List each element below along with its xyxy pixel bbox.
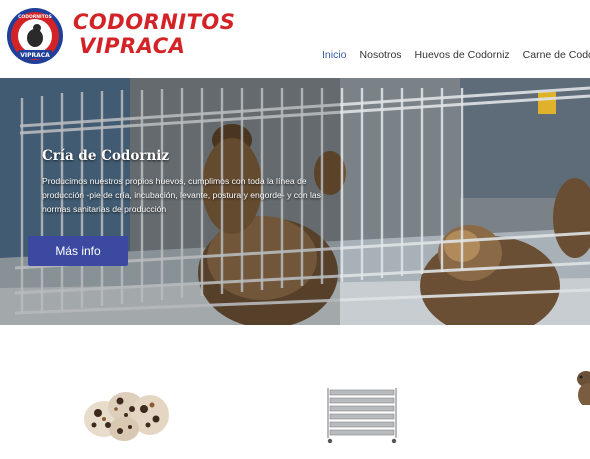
brand-line-1: CODORNITOS (73, 10, 236, 34)
hero-title: Cría de Codorniz (42, 148, 170, 164)
brand-wordmark[interactable]: CODORNITOS VIPRACA (73, 10, 236, 58)
mas-info-button[interactable]: Más info (28, 236, 128, 266)
nav-item-nosotros[interactable]: Nosotros (360, 49, 402, 61)
quail-eggs-image[interactable] (80, 381, 172, 443)
badge-top-text: CODORNITOS (18, 14, 52, 20)
quail-bird-image[interactable] (570, 365, 590, 405)
hero-description: Producimos nuestros propios huevos, cump… (42, 176, 321, 214)
brand-line-2: VIPRACA (79, 34, 186, 58)
hero-slider: Cría de Codorniz Producimos nuestros pro… (0, 78, 590, 325)
nav-item-huevos[interactable]: Huevos de Codorniz (415, 49, 510, 61)
incubator-rack-image[interactable] (322, 384, 402, 444)
nav-item-carne[interactable]: Carne de Codorniz (523, 49, 590, 61)
logo-badge-icon[interactable]: VIPRACA CODORNITOS (6, 7, 64, 65)
main-nav: Inicio Nosotros Huevos de Codorniz Carne… (322, 49, 590, 61)
nav-item-inicio[interactable]: Inicio (322, 49, 347, 61)
badge-bottom-text: VIPRACA (20, 52, 50, 59)
site-header: VIPRACA CODORNITOS CODORNITOS VIPRACA In… (0, 0, 590, 77)
